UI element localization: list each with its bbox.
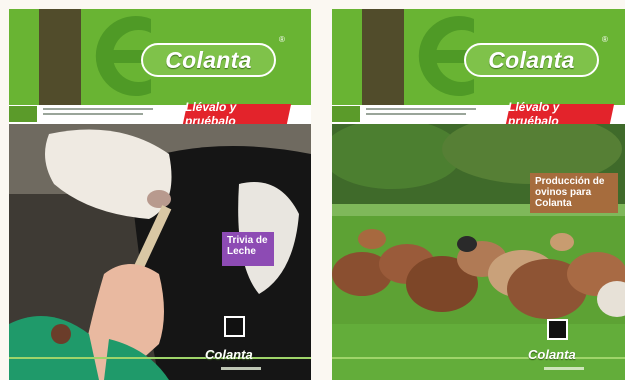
footer-tagline <box>544 367 584 370</box>
slogan-banner: Llévalo y pruébalo <box>505 100 615 128</box>
footer-tagline <box>221 367 261 370</box>
brand-name: Colanta <box>165 46 252 73</box>
publisher-logo <box>547 319 568 340</box>
brand-logo: Colanta <box>464 43 599 77</box>
fine-print-line <box>43 113 143 115</box>
slogan-banner: Llévalo y pruébalo <box>182 100 292 128</box>
footer-brand: Colanta <box>205 347 253 362</box>
cover-photo-sheep-flock <box>332 124 625 380</box>
publisher-logo <box>224 316 245 337</box>
magazine-cover-sheep[interactable]: Colanta ® Llévalo y pruébalo Producción … <box>332 9 625 380</box>
masthead: Colanta ® <box>9 9 311 105</box>
brand-logo: Colanta <box>141 43 276 77</box>
issue-tab <box>9 106 37 122</box>
feature-headline: Trivia de Leche <box>222 232 274 266</box>
sheep-scene <box>332 124 625 380</box>
brand-name: Colanta <box>488 46 575 73</box>
feature-headline: Producción de ovinos para Colanta <box>530 173 618 213</box>
magazine-cover-cow[interactable]: Colanta ® Llévalo y pruébalo Trivia de L… <box>9 9 311 380</box>
cover-footer: Colanta <box>332 346 625 380</box>
issue-tab <box>332 106 360 122</box>
footer-brand: Colanta <box>528 347 576 362</box>
fine-print-line <box>43 108 153 110</box>
fine-print-line <box>366 108 476 110</box>
registered-mark: ® <box>602 35 608 44</box>
footer-line <box>332 357 625 359</box>
cover-footer: Colanta <box>9 346 311 380</box>
fine-print-line <box>366 113 466 115</box>
registered-mark: ® <box>279 35 285 44</box>
masthead: Colanta ® <box>332 9 625 105</box>
footer-line <box>9 357 311 359</box>
